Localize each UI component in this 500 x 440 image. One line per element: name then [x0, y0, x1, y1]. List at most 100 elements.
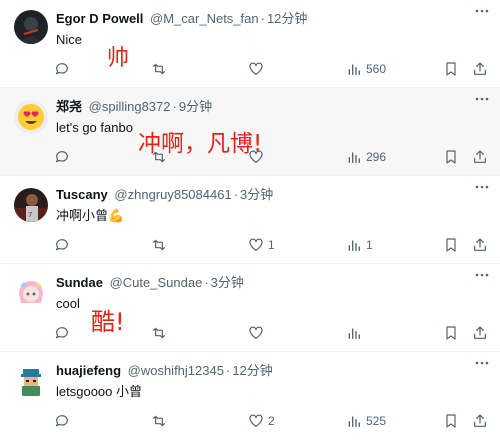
timestamp[interactable]: 12分钟: [232, 363, 272, 378]
avatar[interactable]: [14, 10, 48, 44]
share-icon: [474, 238, 486, 251]
timestamp[interactable]: 12分钟: [267, 11, 307, 26]
tweet-1[interactable]: Egor D Powell @M_car_Nets_fan · 12分钟 Nice …: [0, 0, 500, 88]
views-chart-icon: [348, 416, 360, 427]
display-name[interactable]: Tuscany: [56, 187, 108, 202]
like-button[interactable]: [248, 322, 268, 344]
share-button[interactable]: [472, 58, 488, 80]
heart-icon: [249, 62, 263, 75]
bookmark-button[interactable]: [443, 146, 459, 168]
tweet-text: letsgoooo 小曾: [56, 384, 142, 399]
avatar-basketball-icon: [14, 10, 48, 44]
reply-button[interactable]: [54, 234, 74, 256]
views-button[interactable]: 525: [346, 410, 386, 432]
views-count: 525: [366, 414, 387, 428]
tweet-3[interactable]: 7 Tuscany @zhngruy85084461 · 3分钟 冲啊小曾💪 1 1: [0, 176, 500, 264]
svg-text:7: 7: [28, 211, 32, 219]
bookmark-button[interactable]: [443, 410, 459, 432]
share-button[interactable]: [472, 322, 488, 344]
retweet-icon: [153, 151, 165, 163]
share-button[interactable]: [472, 146, 488, 168]
reply-icon: [56, 239, 68, 251]
heart-icon: [249, 326, 263, 339]
more-options-icon[interactable]: [474, 180, 490, 194]
display-name[interactable]: huajiefeng: [56, 363, 121, 378]
avatar[interactable]: [14, 276, 48, 310]
more-options-icon[interactable]: [474, 4, 490, 18]
heart-icon: [249, 414, 263, 427]
bookmark-button[interactable]: [443, 322, 459, 344]
tweet-2[interactable]: 郑尧 @spilling8372 · 9分钟 let's go fanbo 冲啊，凡…: [0, 88, 500, 176]
tweet-header: Egor D Powell @M_car_Nets_fan · 12分钟: [56, 11, 308, 26]
tweet-actions: 2 525: [0, 410, 500, 432]
reply-button[interactable]: [54, 58, 74, 80]
like-button[interactable]: [248, 146, 268, 168]
share-button[interactable]: [472, 410, 488, 432]
tweet-header: Tuscany @zhngruy85084461 · 3分钟: [56, 187, 274, 202]
timestamp[interactable]: 9分钟: [179, 99, 212, 114]
retweet-icon: [153, 63, 165, 75]
bookmark-icon: [446, 414, 456, 428]
timestamp[interactable]: 3分钟: [211, 275, 244, 290]
user-handle[interactable]: @M_car_Nets_fan: [150, 11, 259, 26]
reply-icon: [56, 151, 68, 163]
views-button[interactable]: 560: [346, 58, 386, 80]
retweet-button[interactable]: [151, 146, 171, 168]
avatar[interactable]: [14, 364, 48, 398]
retweet-button[interactable]: [151, 322, 171, 344]
retweet-button[interactable]: [151, 234, 171, 256]
bookmark-icon: [446, 238, 456, 252]
user-handle[interactable]: @Cute_Sundae: [110, 275, 203, 290]
tweet-text: 冲啊小曾💪: [56, 208, 125, 223]
more-options-icon[interactable]: [474, 356, 490, 370]
retweet-button[interactable]: [151, 58, 171, 80]
views-count: 1: [366, 238, 373, 252]
like-button[interactable]: 1: [248, 234, 275, 256]
reply-button[interactable]: [54, 322, 74, 344]
like-button[interactable]: [248, 58, 268, 80]
views-button[interactable]: 1: [346, 234, 373, 256]
bookmark-button[interactable]: [443, 234, 459, 256]
tweet-actions: 560: [0, 58, 500, 80]
bookmark-icon: [446, 326, 456, 340]
share-icon: [474, 62, 486, 75]
tweet-text: let's go fanbo: [56, 120, 133, 135]
user-handle[interactable]: @spilling8372: [89, 99, 171, 114]
avatar[interactable]: [14, 100, 48, 134]
tweet-actions: 1 1: [0, 234, 500, 256]
share-button[interactable]: [472, 234, 488, 256]
reply-button[interactable]: [54, 410, 74, 432]
more-options-icon[interactable]: [474, 268, 490, 282]
like-button[interactable]: 2: [248, 410, 275, 432]
avatar-player-photo-icon: 7: [14, 188, 48, 222]
user-handle[interactable]: @zhngruy85084461: [114, 187, 231, 202]
tweet-4[interactable]: Sundae @Cute_Sundae · 3分钟 cool 酷!: [0, 264, 500, 352]
display-name[interactable]: Sundae: [56, 275, 103, 290]
like-count: 2: [268, 414, 275, 428]
heart-icon: [249, 150, 263, 163]
views-button[interactable]: [346, 322, 366, 344]
bookmark-icon: [446, 62, 456, 76]
like-count: 1: [268, 238, 275, 252]
tweet-actions: 296: [0, 146, 500, 168]
tweet-5[interactable]: huajiefeng @woshifhj12345 · 12分钟 letsgoooo…: [0, 352, 500, 440]
views-chart-icon: [348, 328, 360, 339]
avatar-pixel-character-icon: [14, 364, 48, 398]
display-name[interactable]: Egor D Powell: [56, 11, 143, 26]
bookmark-button[interactable]: [443, 58, 459, 80]
reply-icon: [56, 415, 68, 427]
retweet-icon: [153, 239, 165, 251]
more-options-icon[interactable]: [474, 92, 490, 106]
reply-icon: [56, 63, 68, 75]
tweet-actions: [0, 322, 500, 344]
retweet-button[interactable]: [151, 410, 171, 432]
user-handle[interactable]: @woshifhj12345: [128, 363, 224, 378]
avatar[interactable]: 7: [14, 188, 48, 222]
views-button[interactable]: 296: [346, 146, 386, 168]
display-name[interactable]: 郑尧: [56, 99, 82, 114]
retweet-icon: [153, 327, 165, 339]
timestamp[interactable]: 3分钟: [240, 187, 273, 202]
views-chart-icon: [348, 152, 360, 163]
share-icon: [474, 414, 486, 427]
reply-button[interactable]: [54, 146, 74, 168]
